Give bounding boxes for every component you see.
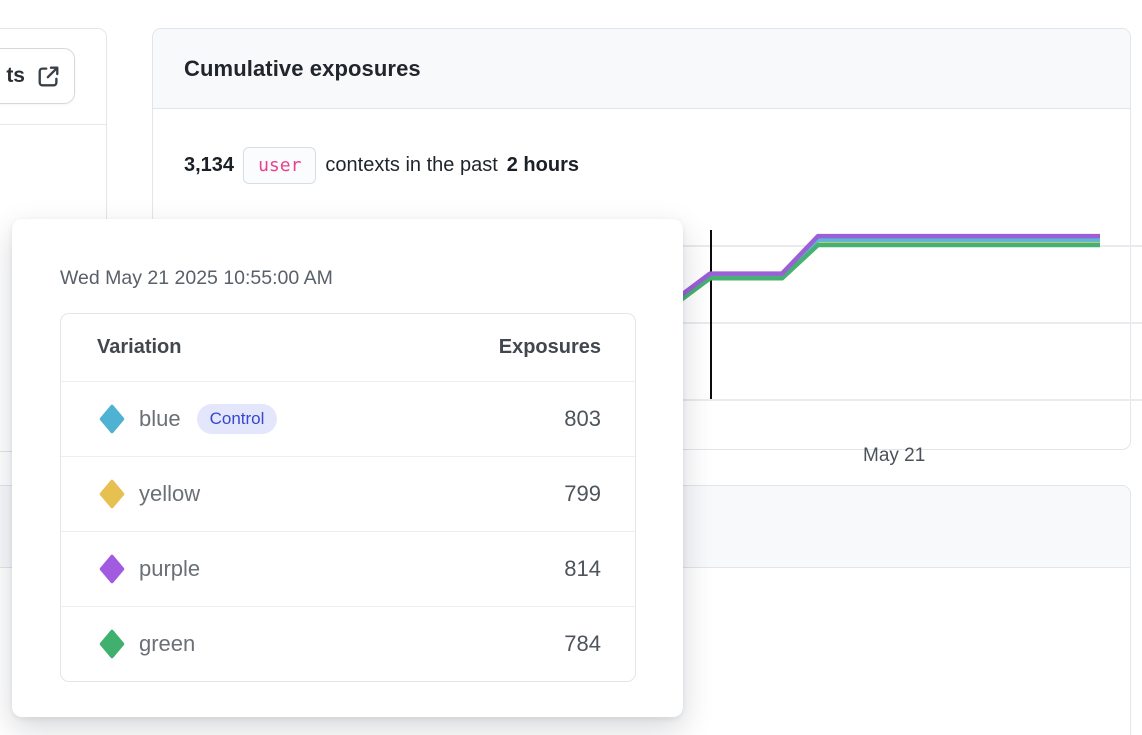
variation-exposures-value: 803 — [564, 406, 601, 432]
context-kind-badge: user — [243, 147, 316, 184]
exposure-count: 3,134 — [184, 154, 234, 177]
column-header-exposures: Exposures — [499, 336, 601, 359]
variation-row: yellow 799 — [61, 456, 635, 531]
variation-exposures-value: 799 — [564, 481, 601, 507]
variation-row: purple 814 — [61, 531, 635, 606]
variation-table: Variation Exposures blue Control 803 yellow… — [60, 313, 636, 682]
external-link-icon — [35, 63, 62, 90]
variation-name: purple — [139, 556, 200, 582]
variation-exposures-value: 784 — [564, 631, 601, 657]
blue-diamond-icon — [99, 404, 125, 434]
left-panel-header: ts — [0, 29, 106, 125]
card-header: Cumulative exposures — [153, 29, 1130, 109]
variation-table-header: Variation Exposures — [61, 314, 635, 381]
variation-name: blue — [139, 406, 181, 432]
open-external-button[interactable]: ts — [0, 48, 75, 104]
variation-name: green — [139, 631, 195, 657]
green-diamond-icon — [99, 629, 125, 659]
page: ts ves Cumulative exposures 3,134 user c… — [0, 0, 1142, 735]
purple-diamond-icon — [99, 554, 125, 584]
control-badge: Control — [197, 404, 278, 434]
chart-crosshair-line — [710, 230, 712, 399]
yellow-diamond-icon — [99, 479, 125, 509]
open-external-button-label: ts — [6, 64, 25, 88]
tooltip-timestamp: Wed May 21 2025 10:55:00 AM — [60, 267, 333, 290]
chart-tooltip: Wed May 21 2025 10:55:00 AM Variation Ex… — [12, 219, 683, 717]
variation-row: green 784 — [61, 606, 635, 681]
variation-name: yellow — [139, 481, 200, 507]
variation-exposures-value: 814 — [564, 556, 601, 582]
x-axis-tick-label: May 21 — [863, 445, 925, 467]
card-title: Cumulative exposures — [184, 56, 421, 82]
variation-row: blue Control 803 — [61, 381, 635, 456]
column-header-variation: Variation — [97, 336, 181, 359]
